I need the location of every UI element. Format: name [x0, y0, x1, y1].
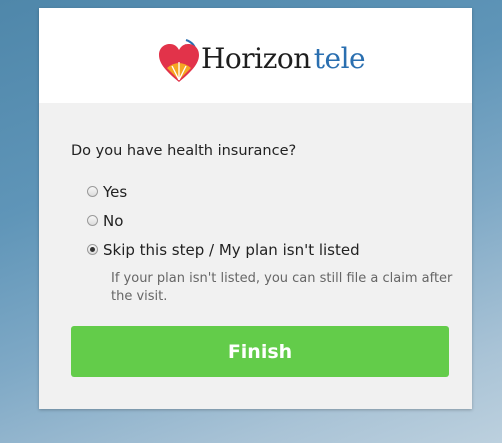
skip-help-text: If your plan isn't listed, you can still…	[111, 271, 453, 304]
insurance-options: Yes No Skip this step / My plan isn't li…	[71, 177, 472, 264]
radio-skip[interactable]	[87, 244, 98, 255]
insurance-dialog: Horizon tele Do you have health insurance…	[39, 8, 472, 409]
heart-logo-icon	[159, 39, 199, 82]
option-skip-label: Skip this step / My plan isn't listed	[103, 240, 360, 259]
dialog-body: Do you have health insurance? Yes No Ski…	[39, 103, 472, 306]
option-skip[interactable]: Skip this step / My plan isn't listed	[87, 235, 472, 264]
horizontele-logo: Horizon tele	[157, 38, 367, 88]
brand-name-part2: tele	[313, 42, 366, 75]
insurance-question: Do you have health insurance?	[71, 143, 297, 159]
finish-button[interactable]: Finish	[71, 326, 449, 377]
option-yes-label: Yes	[103, 182, 128, 201]
option-no[interactable]: No	[87, 206, 472, 235]
radio-no[interactable]	[87, 215, 98, 226]
brand-name: Horizon tele	[201, 42, 366, 76]
dialog-header: Horizon tele	[39, 8, 472, 103]
brand-name-part1: Horizon	[201, 42, 311, 75]
option-no-label: No	[103, 211, 124, 230]
option-yes[interactable]: Yes	[87, 177, 472, 206]
radio-yes[interactable]	[87, 186, 98, 197]
